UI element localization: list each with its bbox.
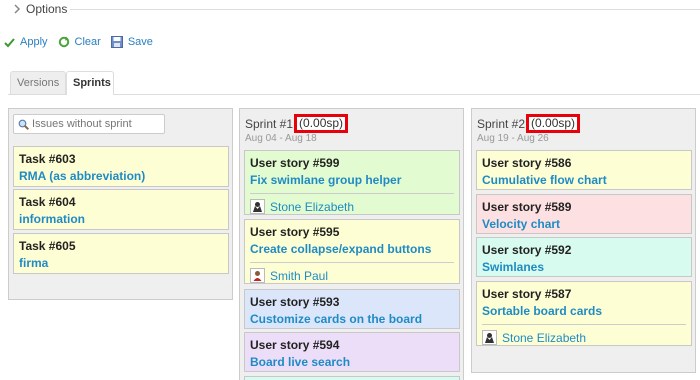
card-title: User story #599 bbox=[250, 156, 340, 170]
avatar bbox=[250, 268, 265, 283]
query-toolbar: Apply Clear Save bbox=[4, 36, 163, 48]
card-assignee[interactable]: Stone Elizabeth bbox=[482, 330, 686, 345]
avatar-woman-icon bbox=[253, 202, 262, 212]
story-card[interactable]: User story #594 Board live search bbox=[244, 332, 460, 372]
card-subject[interactable]: Cumulative flow chart bbox=[482, 173, 686, 187]
card-title: User story #587 bbox=[482, 287, 572, 301]
card-subject[interactable]: Velocity chart bbox=[482, 217, 686, 231]
backlog-card[interactable]: Task #604 information bbox=[13, 189, 229, 230]
card-title: Task #604 bbox=[19, 195, 76, 209]
tab-sprints-label: Sprints bbox=[73, 77, 111, 89]
save-button[interactable]: Save bbox=[110, 36, 153, 48]
card-title: User story #589 bbox=[482, 200, 572, 214]
card-subject[interactable]: firma bbox=[19, 256, 223, 270]
chevron-right-icon bbox=[14, 4, 21, 14]
card-title: Task #605 bbox=[19, 239, 76, 253]
card-assignee[interactable]: Stone Elizabeth bbox=[250, 199, 454, 214]
sprint-points: (0.00sp) bbox=[294, 114, 349, 133]
story-card[interactable]: User story #595 Create collapse/expand b… bbox=[244, 219, 460, 284]
sprint-header: Sprint #2 (0.00sp) Aug 19 - Aug 26 bbox=[472, 109, 695, 144]
card-divider bbox=[482, 324, 686, 325]
card-subject[interactable]: Fix swimlane group helper bbox=[250, 173, 454, 187]
apply-button[interactable]: Apply bbox=[4, 36, 48, 48]
tab-versions-label: Versions bbox=[17, 77, 60, 89]
card-title: User story #593 bbox=[250, 295, 340, 309]
sprint-name[interactable]: Sprint #1 bbox=[245, 117, 293, 131]
card-title: User story #592 bbox=[482, 243, 572, 257]
backlog-card[interactable]: Task #605 firma bbox=[13, 233, 229, 274]
tab-sprints[interactable]: Sprints bbox=[66, 71, 114, 95]
story-card-partial[interactable] bbox=[244, 376, 460, 380]
card-subject[interactable]: Sortable board cards bbox=[482, 304, 686, 318]
clear-button[interactable]: Clear bbox=[58, 36, 101, 48]
assignee-name: Stone Elizabeth bbox=[270, 199, 355, 214]
sprint-header: Sprint #1 (0.00sp) Aug 04 - Aug 18 bbox=[240, 109, 463, 144]
assignee-name: Smith Paul bbox=[270, 268, 329, 283]
story-card[interactable]: User story #593 Customize cards on the b… bbox=[244, 289, 460, 329]
sprint-dates: Aug 04 - Aug 18 bbox=[245, 133, 317, 144]
card-subject[interactable]: information bbox=[19, 212, 223, 226]
apply-label: Apply bbox=[20, 36, 48, 48]
card-assignee[interactable]: Smith Paul bbox=[250, 268, 454, 283]
checkmark-icon bbox=[4, 37, 15, 47]
card-subject[interactable]: RMA (as abbreviation) bbox=[19, 169, 223, 183]
sprint-points: (0.00sp) bbox=[526, 114, 581, 133]
backlog-card[interactable]: Task #603 RMA (as abbreviation) bbox=[13, 146, 229, 187]
reload-icon bbox=[58, 36, 69, 48]
card-title: Task #603 bbox=[19, 152, 76, 166]
tab-bar: Versions Sprints bbox=[8, 71, 700, 95]
assignee-name: Stone Elizabeth bbox=[502, 330, 587, 345]
sprint-dates: Aug 19 - Aug 26 bbox=[477, 133, 549, 144]
floppy-disk-icon bbox=[110, 36, 123, 48]
card-title: User story #595 bbox=[250, 225, 340, 239]
card-subject[interactable]: Board live search bbox=[250, 355, 454, 369]
sprint-name[interactable]: Sprint #2 bbox=[477, 117, 525, 131]
avatar-woman-icon bbox=[485, 333, 494, 343]
search-input[interactable] bbox=[32, 118, 162, 130]
sprint-column-2: Sprint #2 (0.00sp) Aug 19 - Aug 26 User … bbox=[471, 108, 696, 373]
card-title: User story #586 bbox=[482, 156, 572, 170]
story-card[interactable]: User story #592 Swimlanes bbox=[476, 237, 692, 277]
card-title: User story #594 bbox=[250, 338, 340, 352]
story-card[interactable]: User story #586 Cumulative flow chart bbox=[476, 150, 692, 190]
story-card[interactable]: User story #589 Velocity chart bbox=[476, 194, 692, 234]
story-card[interactable]: User story #599 Fix swimlane group helpe… bbox=[244, 150, 460, 215]
card-subject[interactable]: Customize cards on the board bbox=[250, 312, 454, 326]
sprint-column-1: Sprint #1 (0.00sp) Aug 04 - Aug 18 User … bbox=[239, 108, 464, 380]
card-divider bbox=[250, 193, 454, 194]
options-divider bbox=[70, 9, 700, 10]
card-subject[interactable]: Create collapse/expand buttons bbox=[250, 242, 454, 256]
card-divider bbox=[250, 262, 454, 263]
options-toggle[interactable]: Options bbox=[12, 2, 67, 16]
avatar-man-icon bbox=[253, 271, 262, 281]
backlog-search[interactable] bbox=[13, 114, 165, 134]
story-card[interactable]: User story #587 Sortable board cards Sto… bbox=[476, 281, 692, 346]
clear-label: Clear bbox=[74, 36, 101, 48]
avatar bbox=[482, 330, 497, 345]
options-label: Options bbox=[26, 2, 68, 16]
save-label: Save bbox=[127, 36, 153, 48]
search-icon bbox=[18, 119, 29, 130]
backlog-column: Task #603 RMA (as abbreviation) Task #60… bbox=[8, 108, 233, 300]
avatar bbox=[250, 199, 265, 214]
tab-versions[interactable]: Versions bbox=[10, 71, 66, 94]
card-subject[interactable]: Swimlanes bbox=[482, 260, 686, 274]
